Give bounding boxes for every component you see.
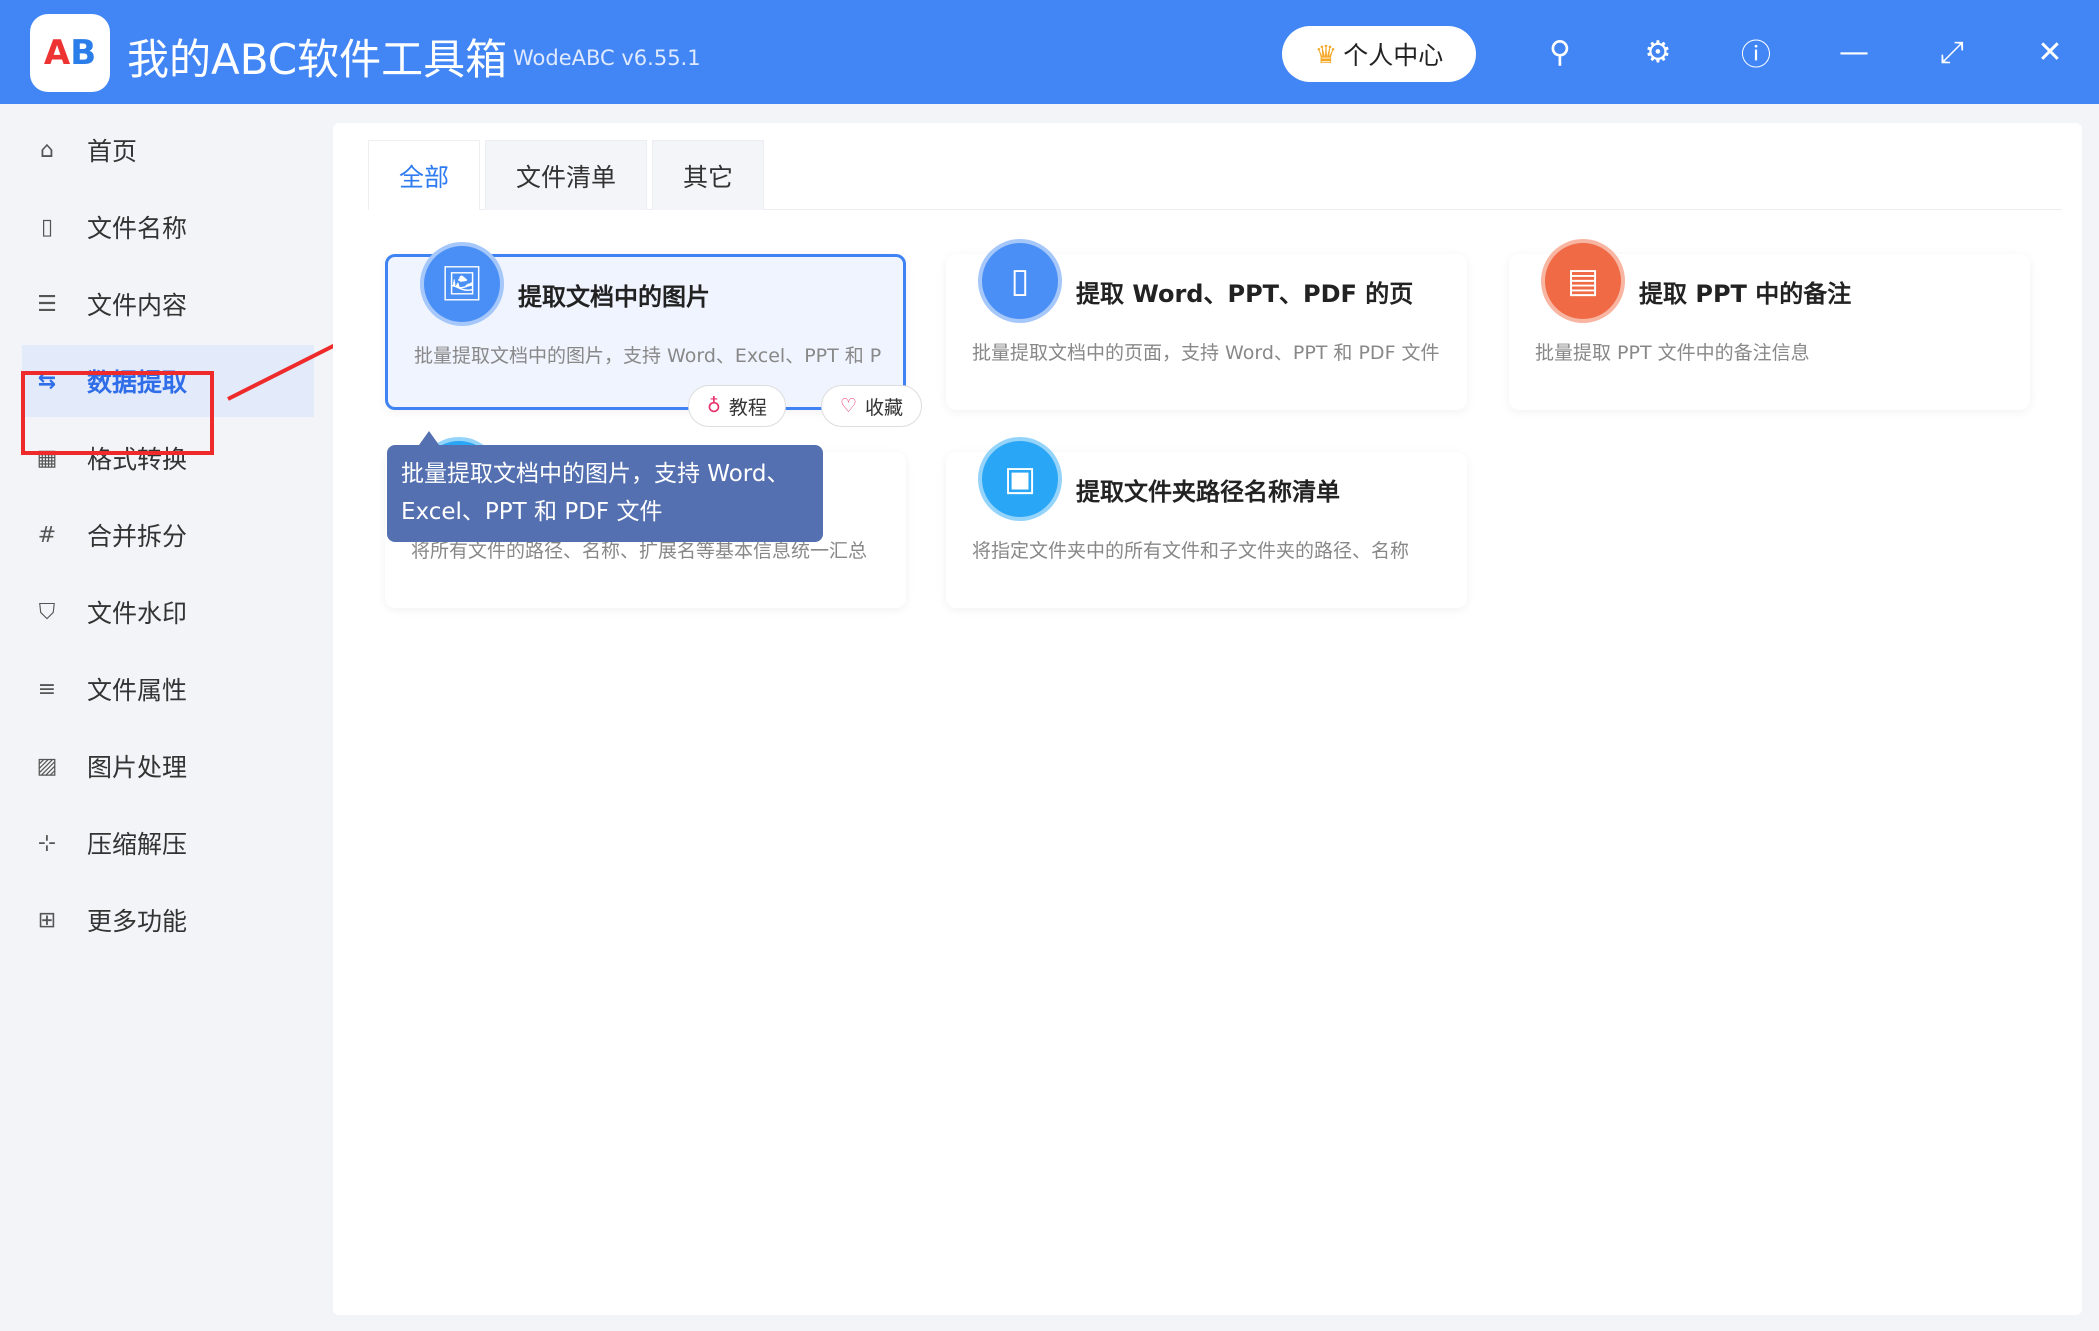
- tool-card[interactable]: ▤提取 PPT 中的备注批量提取 PPT 文件中的备注信息: [1509, 254, 2030, 410]
- tool-card[interactable]: ▣提取文件夹路径名称清单将指定文件夹中的所有文件和子文件夹的路径、名称: [946, 452, 1467, 608]
- card-title: 提取 PPT 中的备注: [1639, 274, 1851, 309]
- tab-all[interactable]: 全部: [368, 140, 480, 210]
- tool-icon: ▤: [1541, 239, 1625, 323]
- tool-icon: 🖼: [420, 242, 504, 326]
- tutorial-label: 教程: [729, 393, 767, 420]
- favorite-label: 收藏: [865, 393, 903, 420]
- card-desc: 批量提取文档中的页面，支持 Word、PPT 和 PDF 文件: [972, 338, 1445, 365]
- tool-card[interactable]: 🖼提取文档中的图片批量提取文档中的图片，支持 Word、Excel、PPT 和 …: [385, 254, 906, 410]
- tooltip: 批量提取文档中的图片，支持 Word、Excel、PPT 和 PDF 文件: [387, 445, 823, 542]
- tab-bar: 全部 文件清单 其它: [368, 140, 2062, 210]
- card-title: 提取文档中的图片: [518, 277, 710, 312]
- favorite-button[interactable]: ♡ 收藏: [821, 385, 922, 427]
- card-title: 提取文件夹路径名称清单: [1076, 472, 1340, 507]
- tool-icon: ▯: [978, 239, 1062, 323]
- card-desc: 批量提取 PPT 文件中的备注信息: [1535, 338, 2008, 365]
- card-desc: 将指定文件夹中的所有文件和子文件夹的路径、名称: [972, 536, 1445, 563]
- tool-card[interactable]: ▯提取 Word、PPT、PDF 的页批量提取文档中的页面，支持 Word、PP…: [946, 254, 1467, 410]
- card-title: 提取 Word、PPT、PDF 的页: [1076, 274, 1413, 309]
- lightbulb-icon: ♁: [707, 395, 721, 417]
- card-desc: 批量提取文档中的图片，支持 Word、Excel、PPT 和 PDF 文件: [414, 341, 881, 368]
- heart-icon: ♡: [840, 395, 857, 417]
- tool-icon: ▣: [978, 437, 1062, 521]
- tab-other[interactable]: 其它: [652, 140, 764, 210]
- tutorial-button[interactable]: ♁ 教程: [688, 385, 786, 427]
- tab-file-list[interactable]: 文件清单: [485, 140, 647, 210]
